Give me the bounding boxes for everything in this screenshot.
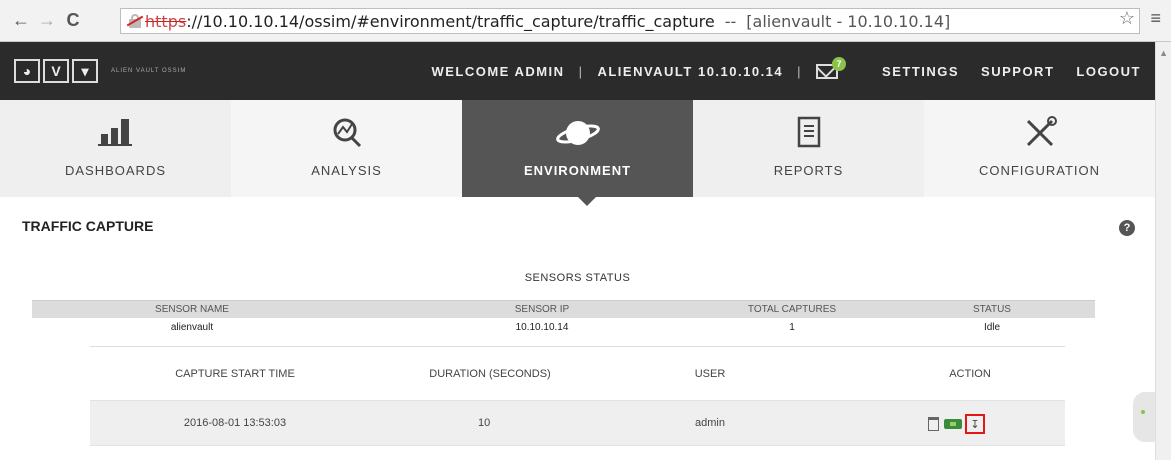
sensor-name-cell: alienvault: [170, 322, 214, 333]
section-title: SENSORS STATUS: [524, 272, 631, 284]
nav-tile-environment[interactable]: ENVIRONMENT: [462, 100, 693, 197]
bar-chart-icon: [97, 119, 132, 146]
nav-label-configuration: CONFIGURATION: [978, 163, 1101, 178]
trash-icon[interactable]: [928, 417, 939, 431]
mail-icon[interactable]: 7: [816, 56, 847, 79]
help-icon[interactable]: ?: [1119, 220, 1135, 236]
nav-tile-dashboards[interactable]: DASHBOARDS: [0, 100, 231, 197]
scroll-up-arrow-icon[interactable]: ▲: [1159, 48, 1168, 58]
back-arrow-icon[interactable]: ←: [10, 10, 32, 32]
host-text: ALIENVAULT 10.10.10.14: [597, 63, 784, 79]
col-duration: DURATION (SECONDS): [429, 368, 551, 380]
logo-v-letter: V: [43, 59, 69, 83]
nav-tile-configuration[interactable]: CONFIGURATION: [924, 100, 1155, 197]
capture-start-cell: 2016-08-01 13:53:03: [183, 417, 287, 429]
support-link[interactable]: SUPPORT: [981, 64, 1054, 79]
nav-label-dashboards: DASHBOARDS: [64, 163, 167, 178]
reload-icon[interactable]: C: [62, 10, 84, 32]
col-user: USER: [694, 368, 726, 380]
table-row[interactable]: alienvault 10.10.10.14 1 Idle: [32, 318, 1095, 338]
page-tab-title: [alienvault - 10.10.10.14]: [746, 11, 951, 31]
tools-icon: [1026, 116, 1057, 147]
row-actions: ↧: [928, 414, 985, 434]
status-cell: Idle: [983, 322, 1001, 333]
address-bar[interactable]: https://10.10.10.14/ossim/#environment/t…: [120, 8, 1140, 34]
col-action: ACTION: [949, 368, 991, 380]
url-scheme: https: [145, 11, 187, 31]
col-sensor-ip: SENSOR IP: [514, 304, 570, 315]
col-status: STATUS: [973, 304, 1011, 315]
sensor-ip-cell: 10.10.10.14: [515, 322, 569, 333]
planet-icon: [555, 121, 600, 145]
welcome-text: WELCOME ADMIN: [431, 63, 565, 79]
col-sensor-name: SENSOR NAME: [155, 304, 229, 315]
duration-cell: 10: [478, 417, 491, 429]
url-path: ://10.10.10.14/ossim/#environment/traffi…: [186, 11, 715, 31]
total-captures-cell: 1: [789, 322, 795, 333]
mail-count-badge: 7: [832, 56, 847, 71]
logo-shield-icon: ▾: [72, 59, 98, 83]
status-dot-icon: [1141, 410, 1145, 414]
wireshark-icon[interactable]: [944, 419, 962, 429]
table-row[interactable]: 2016-08-01 13:53:03 10 admin ↧: [90, 400, 1065, 446]
nav-tile-reports[interactable]: REPORTS: [693, 100, 924, 197]
magnifier-icon: [333, 118, 361, 148]
document-icon: [797, 116, 820, 148]
forward-arrow-icon[interactable]: →: [36, 10, 58, 32]
active-tab-pointer: [577, 196, 597, 206]
side-panel-tab[interactable]: [1133, 392, 1155, 442]
captures-table-header: CAPTURE START TIME DURATION (SECONDS) US…: [90, 354, 1065, 394]
nav-label-analysis: ANALYSIS: [311, 163, 382, 178]
bookmark-star-icon[interactable]: ☆: [1119, 8, 1135, 29]
nav-label-environment: ENVIRONMENT: [523, 163, 632, 178]
app-header: ◕ V ▾ ALIEN VAULT OSSIM WELCOME ADMIN | …: [0, 42, 1155, 100]
browser-menu-icon[interactable]: ≡: [1150, 8, 1161, 29]
settings-link[interactable]: SETTINGS: [882, 64, 959, 79]
col-total-captures: TOTAL CAPTURES: [747, 304, 837, 315]
url-separator: --: [724, 11, 737, 31]
col-capture-start-time: CAPTURE START TIME: [175, 368, 295, 380]
nav-tile-analysis[interactable]: ANALYSIS: [231, 100, 462, 197]
user-cell: admin: [695, 417, 725, 429]
broken-lock-icon[interactable]: [126, 13, 144, 29]
download-icon[interactable]: ↧: [965, 414, 985, 434]
page-title: TRAFFIC CAPTURE: [22, 218, 154, 234]
main-navigation: DASHBOARDS ANALYSIS ENVIRONMENT REPORTS …: [0, 100, 1155, 197]
logo-alien-icon: ◕: [14, 59, 40, 83]
header-divider: |: [797, 63, 803, 79]
sensors-table-header: SENSOR NAME SENSOR IP TOTAL CAPTURES STA…: [32, 300, 1095, 318]
header-divider: |: [578, 63, 584, 79]
nav-label-reports: REPORTS: [773, 163, 844, 178]
page-scrollbar[interactable]: [1155, 42, 1171, 460]
logout-link[interactable]: LOGOUT: [1076, 64, 1141, 79]
logo-text: ALIEN VAULT OSSIM: [111, 68, 187, 74]
divider: [90, 346, 1065, 347]
logo[interactable]: ◕ V ▾ ALIEN VAULT OSSIM: [14, 59, 186, 83]
